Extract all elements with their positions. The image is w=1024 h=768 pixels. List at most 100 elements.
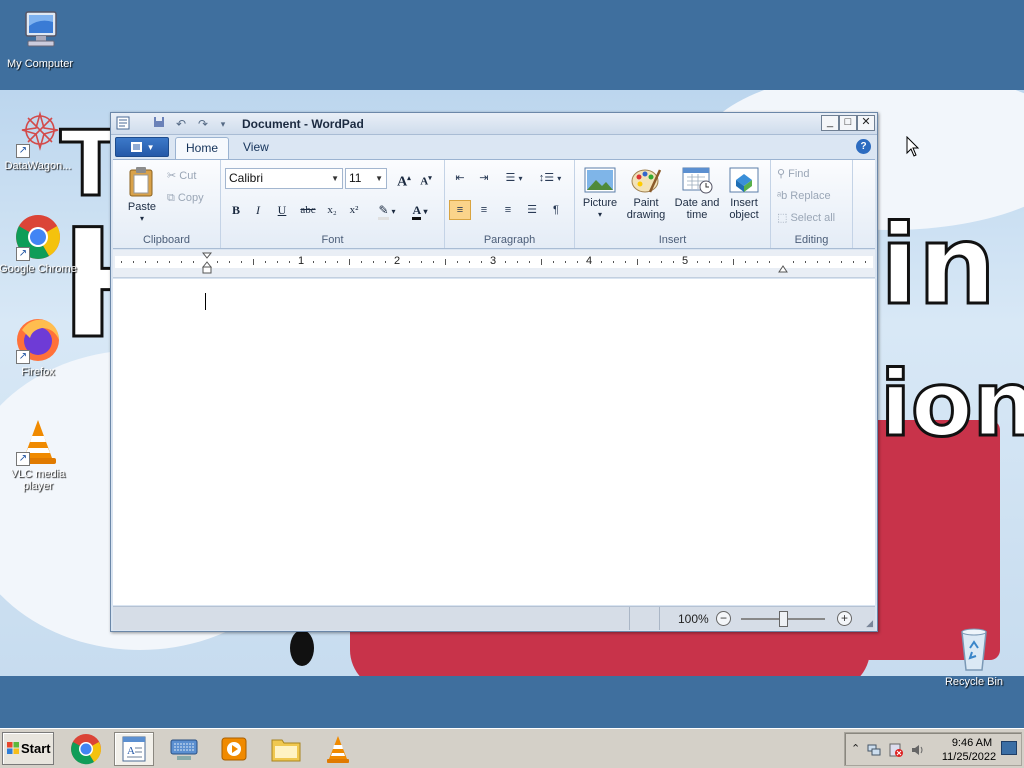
desktop-band xyxy=(0,676,1024,728)
vlc-icon xyxy=(327,736,349,763)
shortcut-arrow-icon: ↗ xyxy=(16,452,30,466)
right-indent-marker-icon[interactable] xyxy=(778,262,788,276)
show-desktop-icon[interactable] xyxy=(1001,741,1017,755)
computer-icon xyxy=(16,8,64,56)
desktop-icon-recycle-bin[interactable]: Recycle Bin xyxy=(934,626,1014,688)
editing-group: ⚲ Find ᵃb Replace ⬚ Select all Editing xyxy=(771,160,853,248)
desktop-icon-google-chrome[interactable]: ↗ Google Chrome xyxy=(0,213,78,275)
font-color-button[interactable]: A ▾ xyxy=(405,200,435,220)
paragraph-settings-button[interactable]: ¶ xyxy=(545,200,567,220)
taskbar-file-explorer[interactable] xyxy=(266,732,306,766)
copy-icon: ⧉ xyxy=(167,192,175,204)
desktop-icon-firefox[interactable]: ↗ Firefox xyxy=(0,316,78,378)
group-label-paragraph: Paragraph xyxy=(483,234,536,246)
taskbar-wordpad[interactable]: A xyxy=(114,732,154,766)
desktop-icon-datawagon[interactable]: ↗ DataWagon... xyxy=(0,110,78,172)
zoom-out-button[interactable]: − xyxy=(716,611,731,626)
underline-button[interactable]: U xyxy=(271,200,293,220)
show-hidden-icons-icon[interactable]: ⌃ xyxy=(851,742,860,755)
taskbar-vlc[interactable] xyxy=(318,732,358,766)
ribbon: Paste ▾ ✂ Cut ⧉ Copy Clipboard Calibri ▼… xyxy=(113,159,875,249)
grow-font-button[interactable]: A▴ xyxy=(393,168,415,190)
recycle-bin-icon xyxy=(950,626,998,674)
paste-icon xyxy=(129,167,153,197)
desktop-icon-my-computer[interactable]: My Computer xyxy=(0,8,80,70)
date-time-button[interactable]: Date and time xyxy=(671,166,723,221)
first-line-indent-marker-icon[interactable] xyxy=(201,252,213,279)
shrink-font-button[interactable]: A▾ xyxy=(415,168,437,188)
clock-time[interactable]: 9:46 AM xyxy=(943,737,1001,749)
start-button[interactable]: Start xyxy=(2,732,54,765)
zoom-level: 100% xyxy=(678,612,709,626)
clock-date[interactable]: 11/25/2022 xyxy=(937,751,1001,763)
cut-button[interactable]: ✂ Cut xyxy=(167,166,196,186)
align-right-button[interactable]: ≡ xyxy=(497,200,519,220)
desktop-icon-label: VLC media player xyxy=(10,468,66,492)
windows-logo-icon xyxy=(7,742,19,754)
ruler-number: 3 xyxy=(490,255,497,267)
increase-indent-button[interactable]: ⇥ xyxy=(473,168,495,188)
minimize-button[interactable]: _ xyxy=(821,115,839,131)
cut-label: Cut xyxy=(179,170,197,182)
tab-view[interactable]: View xyxy=(233,137,279,159)
picture-button[interactable]: Picture ▾ xyxy=(579,166,621,221)
copy-label: Copy xyxy=(177,192,204,204)
save-icon[interactable] xyxy=(151,116,167,132)
title-bar[interactable]: ↶ ↷ ▾ Document - WordPad _ □ ✕ xyxy=(111,113,877,135)
undo-icon[interactable]: ↶ xyxy=(173,116,189,132)
zoom-in-button[interactable]: + xyxy=(837,611,852,626)
paste-button[interactable]: Paste ▾ xyxy=(121,166,163,225)
redo-icon[interactable]: ↷ xyxy=(195,116,211,132)
vlc-icon: ↗ xyxy=(14,418,62,466)
line-spacing-button[interactable]: ↕☰ ▾ xyxy=(533,168,567,188)
ruler[interactable]: 1 2 3 4 5 xyxy=(113,250,875,278)
replace-icon: ᵃb xyxy=(777,190,788,202)
decrease-indent-icon: ⇤ xyxy=(455,172,465,184)
paint-drawing-button[interactable]: Paint drawing xyxy=(623,166,669,221)
italic-button[interactable]: I xyxy=(247,200,269,220)
chevron-down-icon: ▾ xyxy=(139,214,144,223)
subscript-button[interactable]: x₂ xyxy=(321,200,343,220)
taskbar-media-player[interactable] xyxy=(214,732,254,766)
resize-grip-icon[interactable]: ◢ xyxy=(866,618,873,629)
replace-button[interactable]: ᵃb Replace xyxy=(777,186,831,206)
align-right-icon: ≡ xyxy=(504,204,512,216)
wordpad-window: ↶ ↷ ▾ Document - WordPad _ □ ✕ ▼ Home Vi… xyxy=(110,112,878,632)
tab-home[interactable]: Home xyxy=(175,137,230,159)
insert-object-button[interactable]: Insert object xyxy=(723,166,765,221)
highlight-color-button[interactable]: ✎ ▾ xyxy=(371,200,403,220)
bold-button[interactable]: B xyxy=(225,200,247,220)
customize-quick-access-icon[interactable]: ▾ xyxy=(215,116,231,132)
shortcut-arrow-icon: ↗ xyxy=(16,247,30,261)
document-editor[interactable] xyxy=(113,279,875,605)
paint-palette-icon xyxy=(631,169,662,193)
font-family-value: Calibri xyxy=(229,171,264,185)
find-button[interactable]: ⚲ Find xyxy=(777,164,810,184)
maximize-button[interactable]: □ xyxy=(839,115,857,131)
paragraph-group: ⇤ ⇥ ☰ ▾ ↕☰ ▾ ≡ ≡ ≡ ☰ ¶ Paragraph xyxy=(445,160,575,248)
align-center-button[interactable]: ≡ xyxy=(473,200,495,220)
font-size-select[interactable]: 11 ▼ xyxy=(345,168,387,189)
datawagon-icon: ↗ xyxy=(14,110,62,158)
justify-button[interactable]: ☰ xyxy=(521,200,543,220)
network-icon[interactable] xyxy=(867,743,881,757)
superscript-button[interactable]: x² xyxy=(343,200,365,220)
bullets-button[interactable]: ☰ ▾ xyxy=(497,168,531,188)
zoom-slider-thumb[interactable] xyxy=(779,611,788,627)
wallpaper-shape xyxy=(290,630,314,666)
decrease-indent-button[interactable]: ⇤ xyxy=(449,168,471,188)
taskbar-chrome[interactable] xyxy=(66,732,106,766)
help-icon[interactable]: ? xyxy=(856,139,871,154)
font-family-select[interactable]: Calibri ▼ xyxy=(225,168,343,189)
replace-label: Replace xyxy=(790,190,831,202)
strikethrough-button[interactable]: abc xyxy=(295,200,321,220)
close-button[interactable]: ✕ xyxy=(857,115,875,131)
select-all-button[interactable]: ⬚ Select all xyxy=(777,208,835,228)
volume-icon[interactable] xyxy=(911,743,925,757)
app-menu-button[interactable]: ▼ xyxy=(115,137,169,157)
copy-button[interactable]: ⧉ Copy xyxy=(167,188,204,208)
taskbar-keyboard-app[interactable] xyxy=(164,732,204,766)
security-alert-icon[interactable] xyxy=(889,743,903,757)
desktop-icon-vlc[interactable]: ↗ VLC media player xyxy=(0,418,78,492)
align-left-button[interactable]: ≡ xyxy=(449,200,471,220)
